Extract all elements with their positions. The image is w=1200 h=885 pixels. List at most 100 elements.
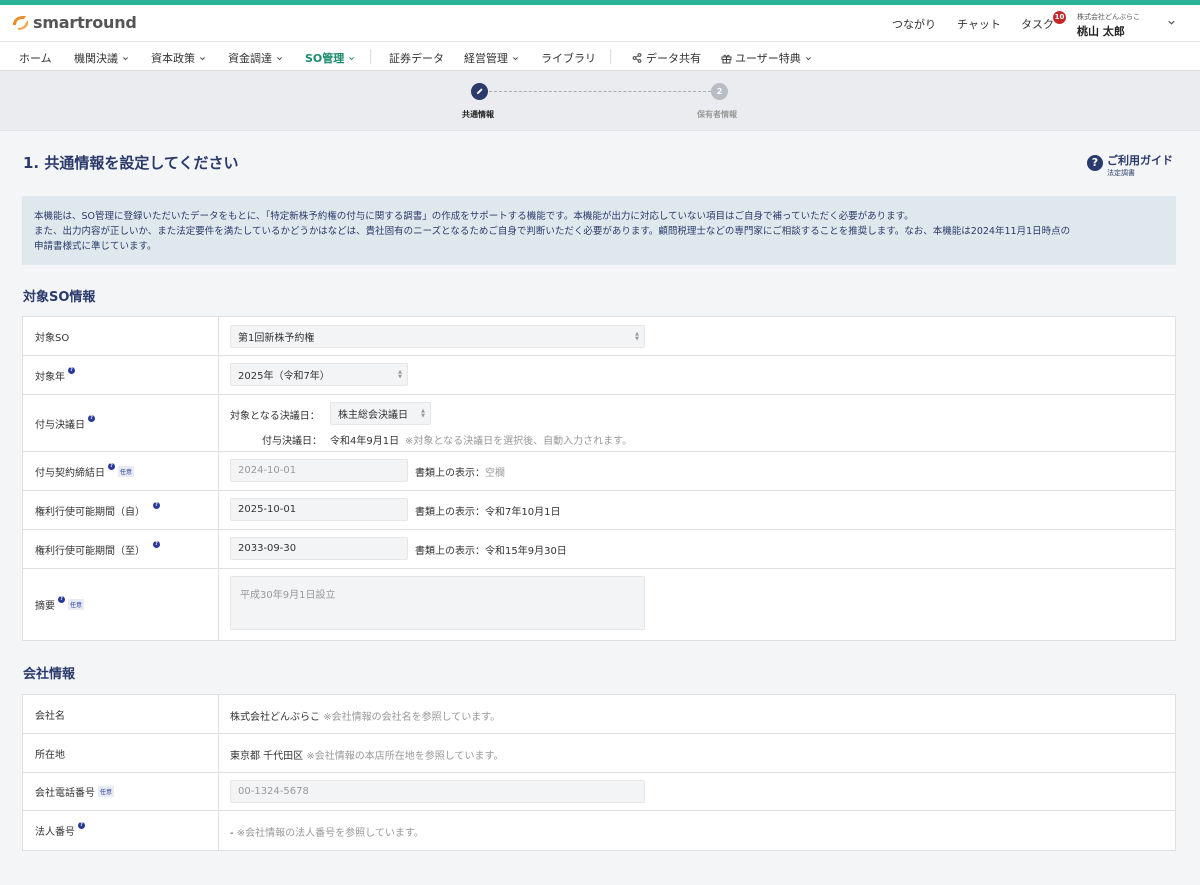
- share-icon: [632, 53, 642, 63]
- row-label: 摘要? 任意: [23, 569, 219, 640]
- row-label: 対象SO: [23, 317, 219, 355]
- step-1-label: 共通情報: [462, 110, 494, 119]
- so-info-table: 対象SO 第1回新株予約権 ▲ ▼ 対象年? 2025年（令和7年） ▲ ▼ 付与決…: [22, 316, 1176, 641]
- select-arrows-icon: ▲ ▼: [398, 368, 402, 380]
- row-address: 所在地 東京都 千代田区 ※会社情報の本店所在地を参照しています。: [23, 734, 1175, 773]
- nav-item-label: 機関決議: [74, 52, 118, 65]
- user-menu-chevron-icon[interactable]: [1167, 18, 1176, 27]
- help-icon[interactable]: ?: [88, 414, 95, 422]
- nav-item-label: 証券データ: [389, 52, 444, 65]
- nav-item-label: ライブラリ: [541, 52, 596, 65]
- nav-item-resolutions[interactable]: 機関決議: [74, 50, 129, 66]
- company-info-table: 会社名 株式会社どんぶらこ ※会社情報の会社名を参照しています。 所在地 東京都…: [22, 694, 1176, 851]
- help-icon[interactable]: ?: [153, 540, 160, 548]
- nav-divider: [610, 49, 611, 64]
- row-label: 権利行使可能期間（至）?: [23, 530, 219, 568]
- help-circle-icon: ?: [1087, 155, 1103, 171]
- pencil-icon: [476, 88, 483, 95]
- row-target-so: 対象SO 第1回新株予約権 ▲ ▼: [23, 317, 1175, 356]
- address-value: 東京都 千代田区 ※会社情報の本店所在地を参照しています。: [230, 751, 504, 762]
- chevron-down-icon: [200, 56, 205, 60]
- target-year-select[interactable]: 2025年（令和7年） ▲ ▼: [230, 363, 408, 386]
- select-value: 第1回新株予約権: [238, 333, 315, 344]
- brand-logo[interactable]: smartround: [10, 12, 137, 32]
- notice-line: 申請書様式に準じています。: [34, 241, 157, 252]
- row-summary: 摘要? 任意 平成30年9月1日設立: [23, 569, 1175, 640]
- gift-icon: [721, 54, 732, 63]
- header-link-connections[interactable]: つながり: [892, 16, 936, 32]
- contract-date-input[interactable]: 2024-10-01: [230, 459, 408, 482]
- basis-label: 対象となる決議日：: [230, 411, 320, 422]
- notice-line: 本機能は、SO管理に登録いただいたデータをもとに、「特定新株予約権の付与に関する…: [34, 211, 914, 222]
- optional-badge: 任意: [68, 599, 85, 610]
- notice-line: また、出力内容が正しいか、また法定要件を満たしているかどうかはなどは、貴社固有の…: [34, 226, 1071, 237]
- row-label: 対象年?: [23, 356, 219, 394]
- row-company-name: 会社名 株式会社どんぶらこ ※会社情報の会社名を参照しています。: [23, 695, 1175, 734]
- header-user-name[interactable]: 桃山 太郎: [1077, 23, 1125, 39]
- step-2-circle: 2: [711, 83, 728, 100]
- select-value: 2025年（令和7年）: [238, 371, 330, 382]
- nav-divider: [370, 49, 371, 64]
- display-label: 書類上の表示：空欄: [415, 468, 505, 479]
- help-icon[interactable]: ?: [153, 501, 160, 509]
- display-label: 書類上の表示：令和7年10月1日: [415, 507, 561, 518]
- select-arrows-icon: ▲ ▼: [635, 330, 639, 342]
- help-icon[interactable]: ?: [68, 366, 75, 374]
- company-name-value: 株式会社どんぶらこ ※会社情報の会社名を参照しています。: [230, 712, 501, 723]
- chevron-down-icon: [349, 56, 355, 60]
- main-nav: ホーム 機関決議 資本政策 資金調達 SO管理 証券データ 経営管理 ライブラリ…: [0, 42, 1200, 71]
- logo-text: smartround: [33, 12, 137, 32]
- nav-item-capital-policy[interactable]: 資本政策: [151, 50, 206, 66]
- grant-date-label: 付与決議日：: [262, 436, 322, 447]
- row-label: 付与契約締結日? 任意: [23, 452, 219, 490]
- so-section-title: 対象SO情報: [23, 290, 96, 305]
- row-label: 所在地: [23, 734, 219, 772]
- nav-item-label: 資金調達: [228, 52, 272, 65]
- step-2-label: 保有者情報: [697, 110, 737, 119]
- company-section-title: 会社情報: [23, 667, 76, 682]
- chevron-down-icon: [277, 56, 282, 60]
- select-arrows-icon: ▲ ▼: [421, 407, 425, 419]
- exercise-to-input[interactable]: 2033-09-30: [230, 537, 408, 560]
- nav-item-securities-data[interactable]: 証券データ: [389, 50, 444, 66]
- row-corp-number: 法人番号? - ※会社情報の法人番号を参照しています。: [23, 811, 1175, 850]
- phone-input[interactable]: 00-1324-5678: [230, 780, 645, 803]
- row-label: 権利行使可能期間（自）?: [23, 491, 219, 529]
- nav-item-home[interactable]: ホーム: [19, 50, 52, 66]
- nav-item-library[interactable]: ライブラリ: [541, 50, 596, 66]
- help-icon[interactable]: ?: [108, 462, 115, 470]
- row-contract-date: 付与契約締結日? 任意 2024-10-01 書類上の表示：空欄: [23, 452, 1175, 491]
- target-so-select[interactable]: 第1回新株予約権 ▲ ▼: [230, 325, 645, 348]
- row-label: 付与決議日?: [23, 395, 219, 451]
- resolution-basis-select[interactable]: 株主総会決議日 ▲ ▼: [330, 402, 431, 425]
- logo-mark-icon: [13, 16, 28, 30]
- header-link-tasks[interactable]: タスク: [1021, 16, 1054, 32]
- usage-guide-link[interactable]: ? ご利用ガイド 法定調書: [1087, 152, 1173, 178]
- grant-date-note: ※対象となる決議日を選択後、自動入力されます。: [405, 436, 633, 447]
- guide-title: ご利用ガイド: [1107, 154, 1173, 167]
- help-icon[interactable]: ?: [58, 596, 65, 603]
- summary-textarea[interactable]: 平成30年9月1日設立: [230, 576, 645, 630]
- nav-item-so-management[interactable]: SO管理: [305, 50, 355, 66]
- chevron-down-icon: [805, 56, 811, 60]
- nav-item-data-sharing[interactable]: データ共有: [632, 50, 701, 66]
- nav-item-label: データ共有: [646, 52, 701, 65]
- task-count-badge: 10: [1053, 11, 1066, 24]
- exercise-from-input[interactable]: 2025-10-01: [230, 498, 408, 521]
- page-title: 1. 共通情報を設定してください: [23, 154, 239, 172]
- step-1-circle: [471, 83, 488, 100]
- help-icon[interactable]: ?: [78, 822, 85, 829]
- row-exercise-from: 権利行使可能期間（自）? 2025-10-01 書類上の表示：令和7年10月1日: [23, 491, 1175, 530]
- row-target-year: 対象年? 2025年（令和7年） ▲ ▼: [23, 356, 1175, 395]
- row-label: 会社名: [23, 695, 219, 733]
- nav-item-user-benefits[interactable]: ユーザー特典: [721, 50, 812, 66]
- info-notice: 本機能は、SO管理に登録いただいたデータをもとに、「特定新株予約権の付与に関する…: [22, 196, 1176, 265]
- header-link-chat[interactable]: チャット: [957, 16, 1001, 32]
- corp-number-value: - ※会社情報の法人番号を参照しています。: [230, 828, 424, 839]
- grant-date-value: 令和4年9月1日: [330, 436, 400, 447]
- nav-item-business-management[interactable]: 経営管理: [464, 50, 519, 66]
- nav-item-label: SO管理: [305, 52, 345, 65]
- nav-item-label: ホーム: [19, 52, 52, 65]
- nav-item-fundraising[interactable]: 資金調達: [228, 50, 283, 66]
- header-company-name: 株式会社どんぶらこ: [1077, 13, 1140, 21]
